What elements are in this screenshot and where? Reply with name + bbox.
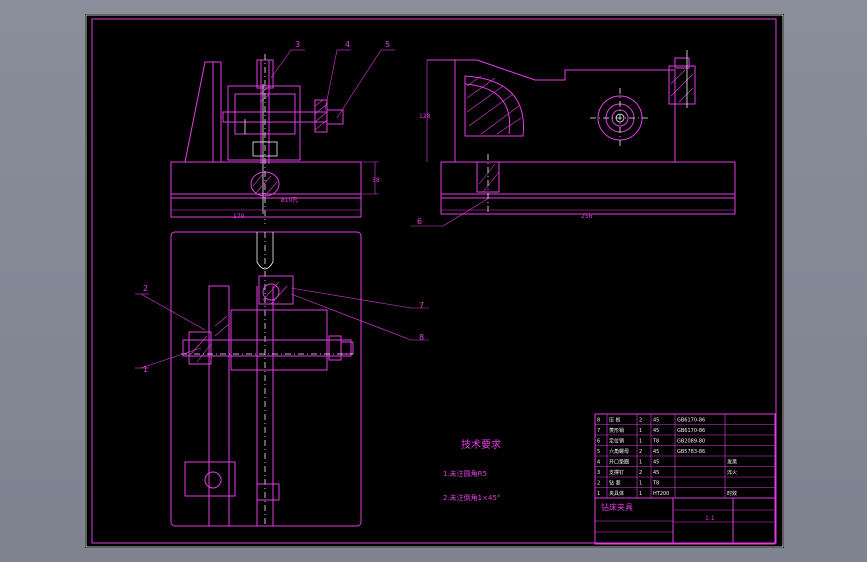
title-block-scale: 1:1 <box>705 515 715 522</box>
bom-cell-qty: 1 <box>639 428 642 434</box>
bom-cell-name: 支撑钉 <box>609 469 624 476</box>
bom-cell-material: 45 <box>653 428 659 434</box>
bom-cell-no: 5 <box>597 449 600 455</box>
bom-cell-no: 6 <box>597 439 600 445</box>
tech-item-2: 2.未注倒角1×45° <box>443 493 500 502</box>
bom-cell-note: 淬火 <box>727 469 737 476</box>
tech-requirements: 技术要求 1.未注圆角R5 2.未注倒角1×45° <box>443 438 501 502</box>
bom-cell-material: 45 <box>653 460 659 466</box>
dim-front-hole: ø10孔 <box>281 196 298 204</box>
bom-cell-no: 1 <box>597 491 600 497</box>
callout-7: 7 <box>419 301 424 310</box>
bom-cell-material: 45 <box>653 418 659 424</box>
drawing-sheet: 170 38 ø10孔 3 4 5 256 128 6 2 1 7 8 技术要求… <box>85 14 784 548</box>
cad-viewport[interactable]: 170 38 ø10孔 3 4 5 256 128 6 2 1 7 8 技术要求… <box>0 0 867 562</box>
bom-cell-name: 开口垫圈 <box>609 459 629 466</box>
bom-cell-qty: 2 <box>639 470 642 476</box>
bom-cell-note: 时效 <box>727 490 737 497</box>
bom-cell-std: GB2089-80 <box>677 439 705 445</box>
bom-cell-qty: 2 <box>639 418 642 424</box>
callout-6: 6 <box>417 217 422 226</box>
title-block: 钻床夹具 1:1 8压 板 2 45 GB6170-867 菱形销 1 45 GB6170-8… <box>594 413 776 545</box>
bom-cell-no: 8 <box>597 418 600 424</box>
drawing-canvas: 170 38 ø10孔 3 4 5 256 128 6 2 1 7 8 技术要求… <box>85 14 784 548</box>
tech-item-1: 1.未注圆角R5 <box>443 469 487 478</box>
top-view: 2 1 7 8 <box>135 231 429 527</box>
bom-cell-note: 发黑 <box>727 459 737 466</box>
dim-side-height: 128 <box>419 113 431 120</box>
bom-cell-no: 3 <box>597 470 600 476</box>
dim-front-height: 38 <box>372 177 380 184</box>
dim-side-width: 256 <box>581 213 593 220</box>
side-view: 256 128 6 <box>411 50 736 227</box>
bom-table: 8压 板 2 45 GB6170-867 菱形销 1 45 GB6170-866 定位销 1 T8 G… <box>595 414 775 499</box>
bom-row: 3 支撑钉 2 45 淬火 <box>597 469 737 476</box>
bom-cell-qty: 1 <box>639 481 642 487</box>
bom-row: 2 钻 套 1 T8 <box>597 480 659 487</box>
front-base <box>170 161 362 218</box>
front-drill-body <box>227 85 301 161</box>
bom-cell-name: 压 板 <box>609 417 621 424</box>
inner-frame <box>91 18 777 544</box>
bom-cell-qty: 2 <box>639 449 642 455</box>
bom-cell-name: 菱形销 <box>609 427 624 434</box>
callout-2: 2 <box>143 284 148 293</box>
bom-cell-name: 钻 套 <box>609 480 621 487</box>
bom-cell-name: 定位销 <box>609 438 624 445</box>
bom-cell-no: 4 <box>597 460 600 466</box>
callout-3: 3 <box>295 40 300 49</box>
bom-cell-std: GB6170-86 <box>677 428 705 434</box>
front-view: 170 38 ø10孔 3 4 5 <box>170 40 395 224</box>
bom-cell-material: T8 <box>652 481 659 487</box>
bom-row: 4 开口垫圈 1 45 发黑 <box>597 459 737 466</box>
bom-cell-no: 2 <box>597 481 600 487</box>
bom-cell-qty: 1 <box>639 460 642 466</box>
bom-cell-material: T8 <box>652 439 659 445</box>
bom-cell-material: HT200 <box>653 491 669 497</box>
bom-cell-name: 夹具体 <box>609 490 624 497</box>
bom-cell-material: 45 <box>653 470 659 476</box>
bom-cell-qty: 1 <box>639 439 642 445</box>
callout-5: 5 <box>385 40 390 49</box>
tech-heading: 技术要求 <box>461 438 501 451</box>
bom-cell-qty: 1 <box>639 491 642 497</box>
bom-row: 1 夹具体 1 HT200 时效 <box>597 490 737 497</box>
side-fixture-body <box>454 59 676 162</box>
front-upright <box>184 61 222 163</box>
bom-cell-no: 7 <box>597 428 600 434</box>
bom-cell-std: GB6170-86 <box>677 418 705 424</box>
bom-cell-material: 45 <box>653 449 659 455</box>
callout-4: 4 <box>345 40 350 49</box>
outer-frame <box>85 14 784 548</box>
title-block-title: 钻床夹具 <box>601 502 633 512</box>
callout-8: 8 <box>419 333 424 342</box>
bom-cell-std: GB5783-86 <box>677 449 705 455</box>
side-base <box>440 161 736 215</box>
callout-1: 1 <box>143 365 148 374</box>
bom-cell-name: 六角螺母 <box>609 448 629 455</box>
dim-front-width: 170 <box>233 213 245 220</box>
